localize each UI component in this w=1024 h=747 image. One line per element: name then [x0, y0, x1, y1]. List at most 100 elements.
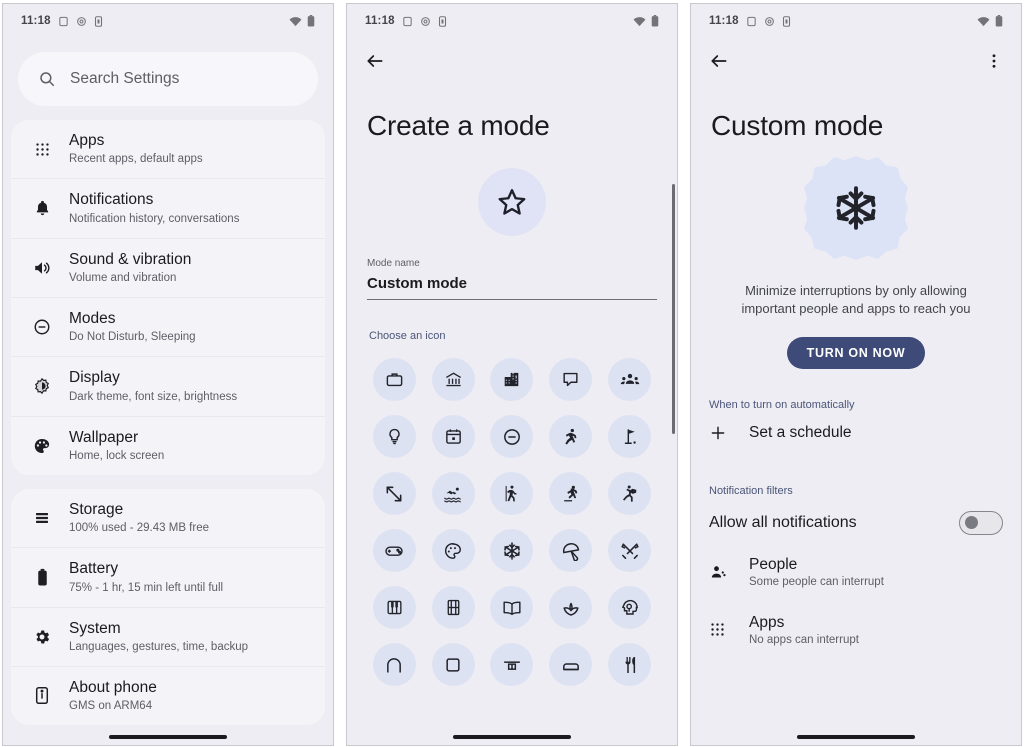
back-arrow-icon[interactable]	[365, 51, 385, 71]
settings-row-title: Wallpaper	[69, 428, 139, 446]
arrows-diagonal-icon[interactable]	[372, 472, 416, 515]
more-vert-icon[interactable]	[985, 52, 1003, 70]
settings-row-apps[interactable]: Apps Recent apps, default apps	[11, 120, 325, 180]
book-icon[interactable]	[490, 586, 534, 629]
icon-option[interactable]	[424, 358, 483, 401]
apps-filter-row[interactable]: Apps No apps can interrupt	[691, 601, 1021, 659]
icon-option[interactable]	[365, 586, 424, 629]
mode-name-value[interactable]: Custom mode	[367, 269, 657, 300]
icon-option[interactable]	[541, 586, 600, 629]
settings-row-subtitle: Home, lock screen	[69, 449, 165, 462]
icon-option[interactable]	[483, 415, 542, 458]
chat-bubble-icon[interactable]	[549, 358, 593, 401]
icon-option[interactable]	[600, 472, 659, 515]
status-bar: 11:18	[347, 4, 677, 38]
icon-option[interactable]	[483, 586, 542, 629]
mode-badge-preview[interactable]	[347, 168, 677, 236]
gesture-home-bar[interactable]	[109, 735, 227, 739]
settings-row-display[interactable]: Display Dark theme, font size, brightnes…	[11, 357, 325, 417]
skating-icon[interactable]	[549, 472, 593, 515]
screenshot-icon	[746, 16, 757, 27]
arch-icon[interactable]	[372, 643, 416, 686]
running-icon[interactable]	[549, 415, 593, 458]
lightbulb-icon[interactable]	[372, 415, 416, 458]
set-a-schedule-row[interactable]: Set a schedule	[691, 411, 1021, 455]
film-icon[interactable]	[431, 586, 475, 629]
do-not-disturb-icon[interactable]	[490, 415, 534, 458]
vertical-scrollbar[interactable]	[672, 184, 675, 434]
icon-option[interactable]	[600, 529, 659, 572]
icon-option[interactable]	[483, 643, 542, 686]
icon-option[interactable]	[424, 529, 483, 572]
screenshot-stage: 11:18 Search Settings Apps Recent apps, …	[0, 0, 1024, 747]
turn-on-now-button[interactable]: TURN ON NOW	[786, 336, 926, 369]
gesture-home-bar[interactable]	[797, 735, 915, 739]
gamepad-icon[interactable]	[372, 529, 416, 572]
settings-row-wallpaper[interactable]: Wallpaper Home, lock screen	[11, 417, 325, 475]
briefcase-icon[interactable]	[372, 358, 416, 401]
icon-option[interactable]	[424, 415, 483, 458]
swimming-icon[interactable]	[431, 472, 475, 515]
icon-option[interactable]	[541, 358, 600, 401]
page-title: Create a mode	[367, 110, 550, 141]
icon-option[interactable]	[424, 472, 483, 515]
person-icon	[709, 563, 739, 581]
settings-row-system[interactable]: System Languages, gestures, time, backup	[11, 608, 325, 667]
icon-option[interactable]	[365, 529, 424, 572]
piano-icon[interactable]	[372, 586, 416, 629]
groups-icon[interactable]	[608, 358, 652, 401]
tools-icon[interactable]	[608, 529, 652, 572]
golf-icon[interactable]	[608, 415, 652, 458]
settings-row-battery[interactable]: Battery 75% - 1 hr, 15 min left until fu…	[11, 548, 325, 608]
settings-row-modes[interactable]: Modes Do Not Disturb, Sleeping	[11, 298, 325, 358]
martial-arts-icon[interactable]	[608, 472, 652, 515]
calendar-icon[interactable]	[431, 415, 475, 458]
battery-icon	[651, 15, 659, 27]
allow-all-notifications-toggle[interactable]	[959, 510, 1003, 535]
settings-row-title: About phone	[69, 678, 157, 696]
icon-option[interactable]	[483, 472, 542, 515]
icon-option[interactable]	[365, 358, 424, 401]
mode-name-field[interactable]: Mode name Custom mode	[367, 258, 657, 300]
icon-option[interactable]	[365, 643, 424, 686]
icon-option[interactable]	[600, 415, 659, 458]
square-icon[interactable]	[431, 643, 475, 686]
bench-icon[interactable]	[490, 643, 534, 686]
icon-option[interactable]	[600, 643, 659, 686]
bank-icon[interactable]	[431, 358, 475, 401]
icon-option[interactable]	[365, 472, 424, 515]
palette-icon[interactable]	[431, 529, 475, 572]
spa-icon[interactable]	[549, 586, 593, 629]
screenshot-icon	[402, 16, 413, 27]
icon-option[interactable]	[424, 586, 483, 629]
snowflake-icon[interactable]	[490, 529, 534, 572]
apartment-icon[interactable]	[490, 358, 534, 401]
bed-icon[interactable]	[549, 643, 593, 686]
icon-option[interactable]	[365, 415, 424, 458]
icon-option[interactable]	[541, 529, 600, 572]
restaurant-icon[interactable]	[608, 643, 652, 686]
search-input[interactable]: Search Settings	[18, 52, 318, 106]
volume-icon	[25, 259, 59, 277]
icon-option[interactable]	[541, 643, 600, 686]
icon-option[interactable]	[541, 415, 600, 458]
settings-row-subtitle: Dark theme, font size, brightness	[69, 390, 238, 403]
settings-row-sound-vibration[interactable]: Sound & vibration Volume and vibration	[11, 239, 325, 298]
icon-option[interactable]	[541, 472, 600, 515]
icon-option[interactable]	[483, 529, 542, 572]
icon-option[interactable]	[483, 358, 542, 401]
icon-option[interactable]	[600, 586, 659, 629]
hiking-icon[interactable]	[490, 472, 534, 515]
back-arrow-icon[interactable]	[709, 51, 729, 71]
gesture-home-bar[interactable]	[453, 735, 571, 739]
people-filter-row[interactable]: People Some people can interrupt	[691, 543, 1021, 601]
settings-row-about-phone[interactable]: About phone GMS on ARM64	[11, 667, 325, 725]
icon-option[interactable]	[600, 358, 659, 401]
settings-row-notifications[interactable]: Notifications Notification history, conv…	[11, 179, 325, 239]
settings-card-secondary: Storage 100% used - 29.43 MB free Batter…	[11, 488, 325, 726]
allow-all-notifications-row[interactable]: Allow all notifications	[691, 503, 1021, 543]
psychology-icon[interactable]	[608, 586, 652, 629]
beach-umbrella-icon[interactable]	[549, 529, 593, 572]
icon-option[interactable]	[424, 643, 483, 686]
settings-row-storage[interactable]: Storage 100% used - 29.43 MB free	[11, 489, 325, 549]
